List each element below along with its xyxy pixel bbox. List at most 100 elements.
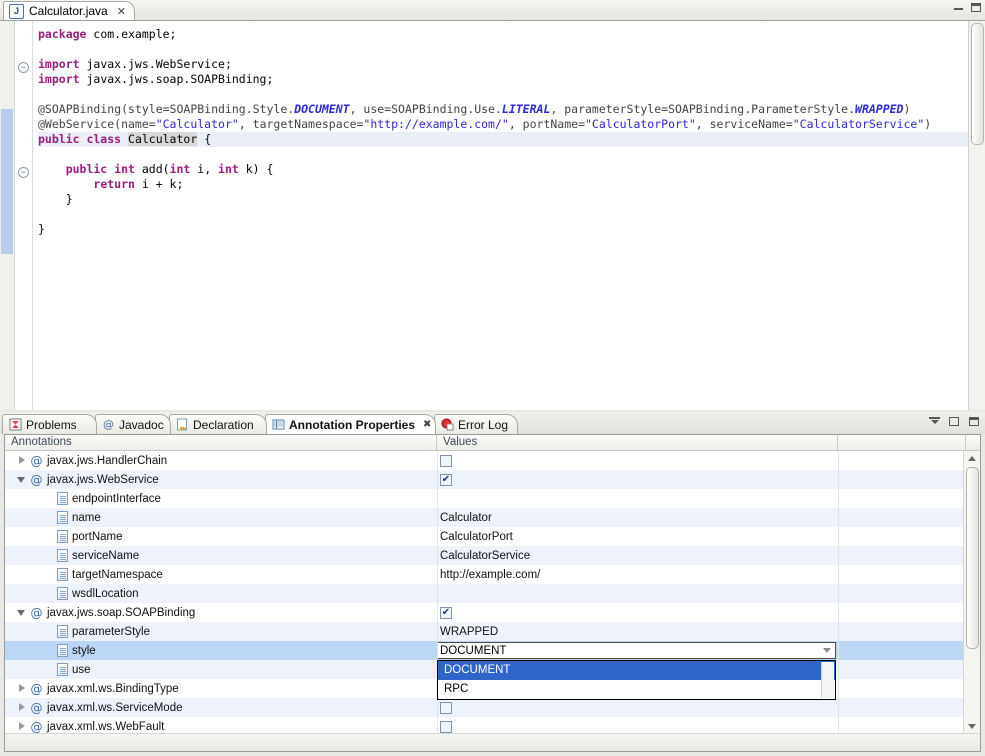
table-row[interactable]: wsdlLocation [5, 584, 980, 603]
editor-vertical-scrollbar[interactable] [968, 21, 985, 410]
code-token: public class [38, 132, 129, 146]
view-tab-label: Annotation Properties [289, 417, 416, 432]
code-line: public class Calculator { [38, 132, 969, 147]
table-row[interactable]: style DOCUMENT [5, 641, 980, 660]
annotation-ruler[interactable] [0, 21, 15, 410]
table-row[interactable]: portName CalculatorPort [5, 527, 980, 546]
table-row[interactable]: endpointInterface [5, 489, 980, 508]
declaration-icon [176, 418, 189, 431]
chevron-right-icon[interactable] [17, 703, 26, 712]
row-value-cell[interactable]: Calculator [437, 508, 492, 527]
row-name-cell: @ javax.jws.soap.SOAPBinding [17, 603, 195, 622]
fold-collapse-icon[interactable]: − [18, 62, 29, 73]
row-value-cell[interactable]: CalculatorService [437, 546, 530, 565]
column-divider [838, 546, 839, 565]
column-divider [838, 641, 839, 660]
row-value-cell[interactable]: WRAPPED [437, 622, 498, 641]
checkbox-unchecked[interactable] [440, 720, 452, 733]
style-dropdown-list[interactable]: DOCUMENT RPC [437, 660, 836, 700]
table-row[interactable]: targetNamespace http://example.com/ [5, 565, 980, 584]
error-log-icon [441, 418, 454, 431]
column-header-annotations[interactable]: Annotations [5, 435, 437, 450]
chevron-down-icon[interactable] [17, 475, 26, 484]
column-divider [838, 622, 839, 641]
code-line: return i + k; [38, 177, 969, 192]
folding-column[interactable]: − − [15, 21, 33, 410]
minimize-view-icon[interactable] [929, 417, 940, 426]
chevron-right-icon[interactable] [17, 456, 26, 465]
chevron-right-icon[interactable] [17, 684, 26, 693]
column-divider [437, 717, 438, 733]
annotation-mark [1, 169, 13, 254]
chevron-down-icon[interactable] [17, 608, 26, 617]
table-vertical-scrollbar[interactable] [963, 451, 980, 733]
column-divider [838, 508, 839, 527]
table-row[interactable]: serviceName CalculatorService [5, 546, 980, 565]
source-code[interactable]: package com.example; import javax.jws.We… [33, 21, 969, 410]
checkbox-checked[interactable]: ✔ [440, 473, 452, 486]
at-annotation-icon: @ [30, 700, 43, 715]
style-combo-box[interactable]: DOCUMENT [437, 642, 836, 659]
at-annotation-icon: @ [30, 453, 43, 468]
scrollbar-thumb[interactable] [966, 467, 979, 649]
code-token: } [38, 222, 45, 236]
table-horizontal-scrollbar[interactable] [5, 733, 980, 751]
scroll-up-icon[interactable] [964, 451, 980, 465]
table-row[interactable]: name Calculator [5, 508, 980, 527]
column-header-values[interactable]: Values [437, 435, 838, 450]
view-tab-error-log[interactable]: Error Log [434, 414, 518, 434]
scroll-down-icon[interactable] [964, 719, 980, 733]
checkbox-unchecked[interactable] [440, 701, 452, 714]
dropdown-scrollbar[interactable] [821, 662, 834, 698]
dropdown-option-rpc[interactable]: RPC [438, 680, 835, 699]
row-label: javax.jws.WebService [47, 473, 159, 486]
editor-tab-label: Calculator.java [29, 4, 108, 18]
chevron-right-icon[interactable] [17, 722, 26, 731]
row-label: javax.jws.HandlerChain [47, 454, 168, 467]
minimize-icon[interactable] [952, 2, 965, 13]
attribute-document-icon [57, 492, 68, 505]
code-line: @WebService(name="Calculator", targetNam… [38, 117, 969, 132]
column-divider [838, 527, 839, 546]
code-line: import javax.jws.soap.SOAPBinding; [38, 72, 969, 87]
row-label: javax.xml.ws.ServiceMode [47, 701, 183, 714]
column-header-extra[interactable] [838, 435, 966, 450]
code-token: "http://example.com/" [363, 117, 509, 131]
view-tab-problems[interactable]: Problems [2, 414, 97, 434]
checkbox-unchecked[interactable] [440, 454, 452, 467]
close-icon[interactable]: ✕ [117, 5, 126, 18]
table-row[interactable]: @ javax.jws.soap.SOAPBinding ✔ [5, 603, 980, 622]
checkbox-checked[interactable]: ✔ [440, 606, 452, 619]
table-row[interactable]: @ javax.xml.ws.ServiceMode [5, 698, 980, 717]
dropdown-option-document[interactable]: DOCUMENT [438, 661, 835, 680]
table-row[interactable]: @ javax.jws.HandlerChain [5, 451, 980, 470]
row-name-cell: use [57, 660, 91, 679]
table-row[interactable]: @ javax.xml.ws.WebFault [5, 717, 980, 733]
restore-view-icon[interactable] [967, 416, 980, 427]
table-row[interactable]: parameterStyle WRAPPED [5, 622, 980, 641]
code-token: javax.jws.soap.SOAPBinding; [86, 72, 274, 86]
row-name-cell: style [57, 641, 96, 660]
editor-tab-calculator-java[interactable]: J Calculator.java ✕ [3, 1, 135, 20]
close-icon[interactable]: ✖ [423, 419, 431, 430]
scrollbar-thumb[interactable] [971, 23, 984, 145]
editor-body[interactable]: − − package com.example; import javax.jw… [0, 20, 985, 410]
view-tab-declaration[interactable]: Declaration [169, 414, 267, 434]
table-row[interactable]: @ javax.jws.WebService ✔ [5, 470, 980, 489]
attribute-document-icon [57, 568, 68, 581]
fold-collapse-icon[interactable]: − [18, 167, 29, 178]
view-tab-javadoc[interactable]: @ Javadoc [95, 414, 171, 434]
chevron-down-icon[interactable] [819, 644, 834, 657]
row-value-cell[interactable]: CalculatorPort [437, 527, 513, 546]
view-tab-annotation-properties[interactable]: Annotation Properties ✖ [265, 414, 436, 434]
maximize-icon[interactable] [969, 2, 982, 13]
code-token: add( [141, 162, 170, 176]
code-token: } [38, 192, 73, 206]
maximize-view-icon[interactable] [947, 416, 960, 427]
code-token: Calculator [128, 132, 198, 146]
attribute-document-icon [57, 511, 68, 524]
row-value-cell[interactable]: http://example.com/ [437, 565, 540, 584]
row-name-cell: endpointInterface [57, 489, 161, 508]
column-divider [838, 603, 839, 622]
